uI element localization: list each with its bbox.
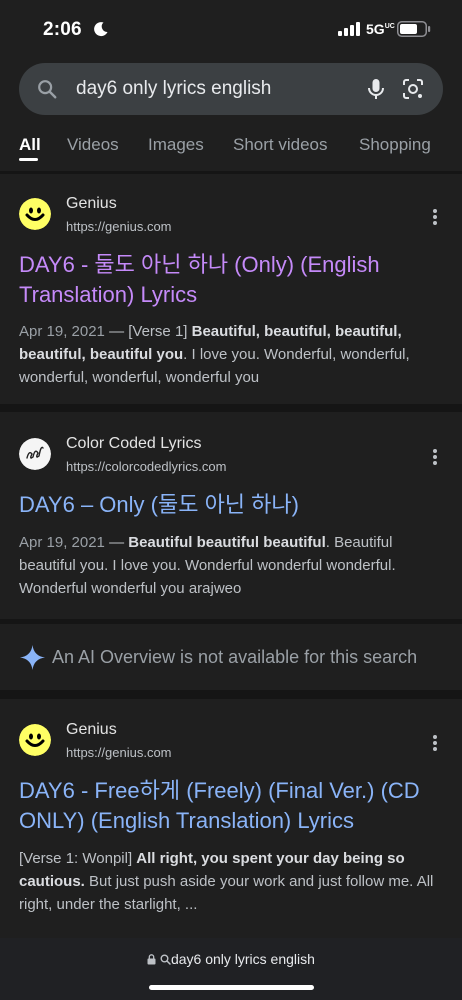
active-tab-indicator [19, 158, 38, 161]
search-input[interactable]: day6 only lyrics english [76, 78, 271, 100]
colorcodedlyrics-favicon-icon [19, 438, 51, 470]
result-url: https://genius.com [66, 745, 172, 760]
tab-shopping[interactable]: Shopping [359, 135, 431, 155]
address-bar-text: day6 only lyrics english [170, 951, 315, 967]
ai-overview-notice: An AI Overview is not available for this… [0, 624, 462, 690]
microphone-icon[interactable] [364, 77, 388, 101]
network-type: 5GUC [366, 21, 395, 37]
google-lens-icon[interactable] [401, 77, 425, 101]
result-site-name: Genius [66, 721, 117, 738]
home-indicator[interactable] [149, 985, 314, 990]
status-time: 2:06 [43, 19, 82, 40]
result-url: https://genius.com [66, 219, 172, 234]
result-title-link[interactable]: DAY6 – Only (둘도 아닌 하나) [19, 490, 439, 520]
genius-favicon-icon [19, 198, 51, 230]
sparkle-icon [20, 645, 45, 670]
tab-all[interactable]: All [19, 135, 41, 155]
status-bar: 2:06 5GUC [0, 0, 462, 58]
result-snippet: [Verse 1: Wonpil] All right, you spent y… [19, 850, 434, 913]
more-options-icon[interactable] [428, 734, 442, 752]
result-title-link[interactable]: DAY6 - 둘도 아닌 하나 (Only) (English Translat… [19, 250, 439, 310]
more-options-icon[interactable] [428, 448, 442, 466]
result-url: https://colorcodedlyrics.com [66, 459, 227, 474]
battery-icon [397, 21, 431, 37]
result-snippet: Apr 19, 2021 — Beautiful beautiful beaut… [19, 534, 396, 597]
search-result: Color Coded Lyrics https://colorcodedlyr… [0, 412, 462, 622]
search-icon [160, 954, 171, 965]
tab-videos[interactable]: Videos [67, 135, 119, 155]
search-bar[interactable]: day6 only lyrics english [19, 63, 443, 115]
genius-favicon-icon [19, 724, 51, 756]
browser-bottom-bar: day6 only lyrics english [0, 938, 462, 1000]
result-snippet: Apr 19, 2021 — [Verse 1] Beautiful, beau… [19, 323, 410, 386]
search-tabs: All Videos Images Short videos Shopping [0, 131, 462, 171]
search-result: Genius https://genius.com DAY6 - 둘도 아닌 하… [0, 174, 462, 404]
divider [0, 404, 462, 412]
ai-overview-text: An AI Overview is not available for this… [52, 647, 418, 667]
cellular-signal-icon [338, 22, 360, 36]
search-result: Genius https://genius.com DAY6 - Free하게 … [0, 699, 462, 934]
moon-icon [94, 22, 108, 37]
divider [0, 690, 462, 699]
search-icon [38, 80, 57, 99]
lock-icon [147, 954, 156, 965]
tab-images[interactable]: Images [148, 135, 204, 155]
result-site-name: Genius [66, 195, 117, 212]
more-options-icon[interactable] [428, 208, 442, 226]
result-site-name: Color Coded Lyrics [66, 435, 202, 452]
address-bar[interactable]: day6 only lyrics english [0, 951, 462, 967]
tab-short-videos[interactable]: Short videos [233, 135, 328, 155]
result-title-link[interactable]: DAY6 - Free하게 (Freely) (Final Ver.) (CD … [19, 776, 439, 836]
